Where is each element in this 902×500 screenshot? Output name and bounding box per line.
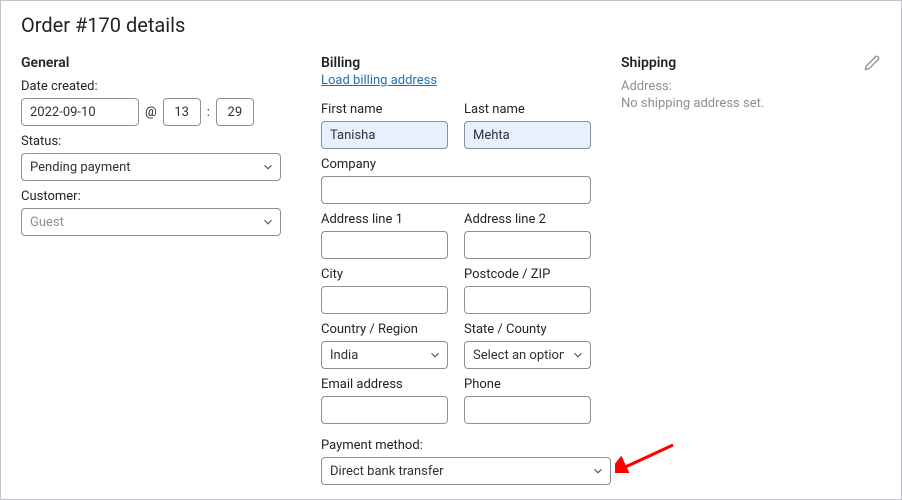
date-input[interactable] — [21, 98, 139, 126]
company-input[interactable] — [321, 176, 591, 204]
annotation-arrow-icon — [615, 443, 675, 473]
last-name-input[interactable] — [464, 121, 591, 149]
customer-select-wrap: Guest — [21, 208, 281, 236]
pencil-icon — [864, 55, 880, 71]
columns: General Date created: @ : Status: Pendin… — [21, 55, 881, 485]
status-select[interactable]: Pending payment — [21, 153, 281, 181]
billing-heading: Billing — [321, 55, 591, 71]
order-details-panel: Order #170 details General Date created:… — [0, 0, 902, 500]
state-label: State / County — [464, 322, 591, 337]
phone-label: Phone — [464, 377, 591, 392]
country-select[interactable]: India — [321, 341, 448, 369]
shipping-heading: Shipping — [621, 55, 676, 71]
date-created-row: @ : — [21, 98, 291, 126]
at-symbol: @ — [145, 105, 157, 120]
load-billing-link[interactable]: Load billing address — [321, 73, 437, 88]
customer-select[interactable]: Guest — [21, 208, 281, 236]
shipping-address-label: Address: — [621, 79, 881, 94]
date-created-label: Date created: — [21, 79, 291, 94]
addr2-label: Address line 2 — [464, 212, 591, 227]
email-label: Email address — [321, 377, 448, 392]
state-select[interactable]: Select an option… — [464, 341, 591, 369]
postcode-input[interactable] — [464, 286, 591, 314]
phone-input[interactable] — [464, 396, 591, 424]
minute-input[interactable] — [216, 98, 254, 126]
email-input[interactable] — [321, 396, 448, 424]
first-name-input[interactable] — [321, 121, 448, 149]
addr1-label: Address line 1 — [321, 212, 448, 227]
country-label: Country / Region — [321, 322, 448, 337]
addr2-input[interactable] — [464, 231, 591, 259]
status-label: Status: — [21, 134, 291, 149]
payment-method-select[interactable]: Direct bank transfer — [321, 457, 611, 485]
shipping-column: Shipping Address: No shipping address se… — [621, 55, 881, 485]
customer-label: Customer: — [21, 189, 291, 204]
hour-input[interactable] — [163, 98, 201, 126]
postcode-label: Postcode / ZIP — [464, 267, 591, 282]
shipping-no-address: No shipping address set. — [621, 96, 881, 111]
billing-column: Billing Load billing address First name … — [321, 55, 591, 485]
time-sep: : — [207, 105, 210, 120]
general-column: General Date created: @ : Status: Pendin… — [21, 55, 291, 485]
city-input[interactable] — [321, 286, 448, 314]
edit-shipping-button[interactable] — [863, 55, 881, 73]
company-label: Company — [321, 157, 591, 172]
general-heading: General — [21, 55, 291, 71]
city-label: City — [321, 267, 448, 282]
last-name-label: Last name — [464, 102, 591, 117]
addr1-input[interactable] — [321, 231, 448, 259]
payment-method-label: Payment method: — [321, 438, 591, 453]
status-select-wrap: Pending payment — [21, 153, 281, 181]
page-title: Order #170 details — [21, 13, 881, 37]
first-name-label: First name — [321, 102, 448, 117]
